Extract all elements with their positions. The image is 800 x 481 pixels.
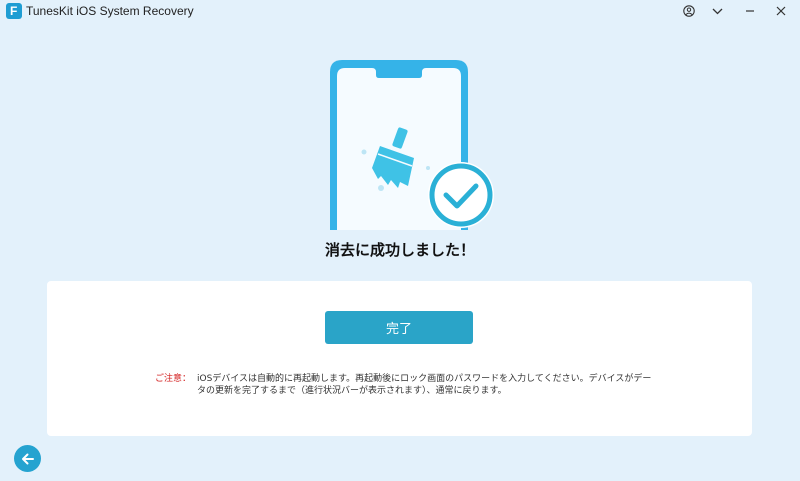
done-button[interactable]: 完了 <box>325 311 473 344</box>
success-title: 消去に成功しました！ <box>324 241 475 259</box>
result-card: 完了 ご注意： iOSデバイスは自動的に再起動します。再起動後にロック画面のパス… <box>47 281 752 436</box>
back-button[interactable] <box>14 445 41 472</box>
close-button[interactable] <box>771 2 791 20</box>
app-logo-icon: F <box>6 3 22 19</box>
arrow-left-icon <box>21 453 34 464</box>
minimize-icon <box>746 10 754 12</box>
success-illustration <box>330 60 494 230</box>
minimize-button[interactable] <box>740 2 760 20</box>
account-icon <box>683 5 695 17</box>
app-title: TunesKit iOS System Recovery <box>26 4 194 18</box>
chevron-down-icon <box>712 8 722 14</box>
menu-dropdown-button[interactable] <box>707 2 727 20</box>
check-circle-icon <box>428 162 494 228</box>
close-icon <box>776 6 786 16</box>
title-bar: F TunesKit iOS System Recovery <box>0 0 800 22</box>
account-button[interactable] <box>679 2 699 20</box>
notice-text: iOSデバイスは自動的に再起動します。再起動後にロック画面のパスワードを入力して… <box>197 374 652 396</box>
notice-label: ご注意： <box>155 374 192 384</box>
